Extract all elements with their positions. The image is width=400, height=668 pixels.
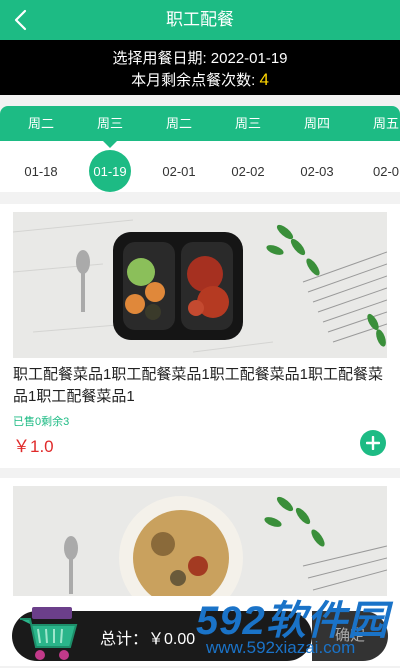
dish-price: ￥1.0 [13,437,54,456]
selected-date-value: 2022-01-19 [210,50,288,67]
cart-total: 总计：￥0.00 [100,631,196,648]
dish-card[interactable]: 职工配餐菜品1职工配餐菜品1职工配餐菜品1职工配餐菜品1职工配餐菜品1 已售0剩… [0,204,400,468]
dish-image [13,212,387,358]
remaining-count-label: 本月剩余点餐次数: [131,72,260,89]
dish-image [13,486,387,596]
date-option[interactable]: 02-03 [287,156,347,188]
remaining-count-value: 4 [259,70,269,89]
watermark-site: www.592xiazai.com [206,638,356,657]
dish-name: 职工配餐菜品1职工配餐菜品1职工配餐菜品1职工配餐菜品1职工配餐菜品1 [13,366,384,405]
weekday-label[interactable]: 周三 [80,106,140,141]
selected-date-label: 选择用餐日期: [112,50,211,67]
date-option[interactable]: 02-01 [149,156,209,188]
top-nav-bar: 职工配餐 [0,0,400,40]
date-option[interactable]: 02-02 [218,156,278,188]
selected-date-pointer [102,140,118,148]
meal-info-banner: 选择用餐日期: 2022-01-19 本月剩余点餐次数: 4 [0,40,400,95]
weekday-row: 周二 周三 周二 周三 周四 周五 [0,106,400,141]
date-selector: 周二 周三 周二 周三 周四 周五 01-18 01-19 02-01 02-0… [0,106,400,192]
weekday-label[interactable]: 周二 [149,106,209,141]
date-option[interactable]: 02-0 [356,156,400,188]
weekday-label[interactable]: 周三 [218,106,278,141]
weekday-label[interactable]: 周四 [287,106,347,141]
selected-date-line: 选择用餐日期: 2022-01-19 [0,47,400,68]
shopping-cart-icon[interactable] [12,605,82,663]
add-to-cart-button[interactable] [360,430,386,456]
site-watermark: 592软件园 www.592xiazai.com [196,588,400,666]
weekday-label[interactable]: 周五 [356,106,400,141]
date-option[interactable]: 01-18 [11,156,71,188]
dish-sold-remain: 已售0剩余3 [13,416,70,428]
date-option-selected[interactable]: 01-19 [80,156,140,188]
page-title: 职工配餐 [166,10,234,29]
weekday-label[interactable]: 周二 [11,106,71,141]
plus-icon [366,436,380,450]
remaining-count-line: 本月剩余点餐次数: 4 [0,69,400,90]
